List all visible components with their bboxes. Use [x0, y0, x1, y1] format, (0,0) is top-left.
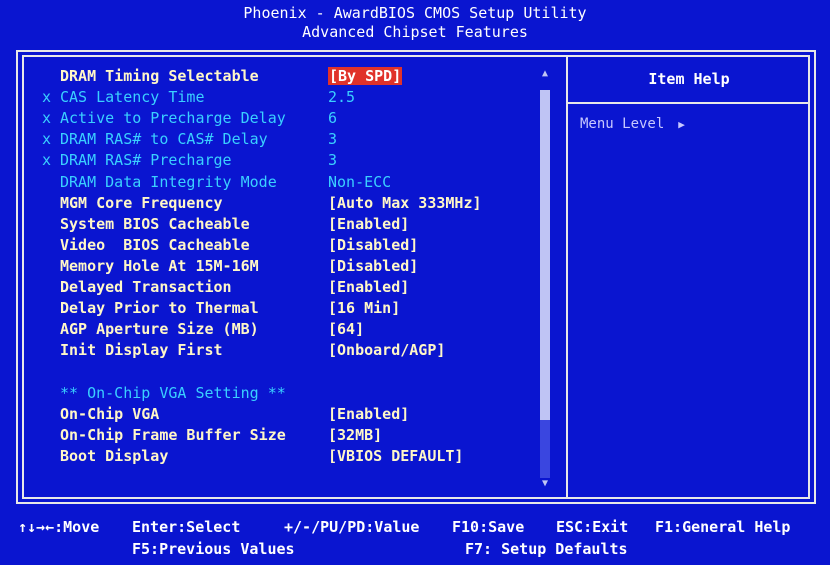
- page-title: Advanced Chipset Features: [302, 23, 528, 41]
- setting-value: Non-ECC: [328, 172, 392, 191]
- setting-value[interactable]: [64]: [328, 319, 364, 339]
- setting-value[interactable]: [32MB]: [328, 425, 382, 445]
- setting-label: On-Chip Frame Buffer Size: [60, 425, 286, 444]
- key-save: F10:Save: [452, 518, 525, 536]
- scroll-down-icon[interactable]: ▼: [538, 478, 552, 489]
- setting-label: Boot Display: [60, 446, 169, 465]
- setting-value[interactable]: [Enabled]: [328, 404, 409, 424]
- setting-label: ** On-Chip VGA Setting **: [60, 383, 286, 402]
- setting-row: [0, 361, 540, 381]
- setting-row[interactable]: Delay Prior to Thermal [16 Min]: [0, 298, 540, 318]
- key-enter: Enter:Select: [132, 518, 241, 536]
- setting-row[interactable]: MGM Core Frequency [Auto Max 333MHz]: [0, 193, 540, 213]
- setting-value[interactable]: [Onboard/AGP]: [328, 340, 445, 360]
- locked-marker: x: [42, 130, 52, 149]
- setting-row[interactable]: DRAM Timing Selectable [By SPD]: [0, 66, 540, 86]
- setting-row: x Active to Precharge Delay 6: [0, 108, 540, 128]
- menu-level: Menu Level ▶: [580, 116, 685, 132]
- setting-label: MGM Core Frequency: [60, 193, 223, 212]
- setting-row[interactable]: Memory Hole At 15M-16M [Disabled]: [0, 256, 540, 276]
- setting-row[interactable]: On-Chip Frame Buffer Size [32MB]: [0, 425, 540, 445]
- bios-title: Phoenix - AwardBIOS CMOS Setup Utility: [243, 4, 587, 22]
- selected-value[interactable]: [By SPD]: [328, 67, 403, 85]
- panel-divider: [566, 55, 568, 499]
- setting-label: Init Display First: [60, 341, 223, 360]
- setting-row[interactable]: Delayed Transaction [Enabled]: [0, 277, 540, 297]
- key-exit: ESC:Exit: [556, 518, 629, 536]
- setting-label: DRAM RAS# to CAS# Delay: [60, 130, 268, 149]
- setting-value[interactable]: [Enabled]: [328, 214, 409, 234]
- setting-row: DRAM Data Integrity Mode Non-ECC: [0, 172, 540, 192]
- setting-row[interactable]: System BIOS Cacheable [Enabled]: [0, 214, 540, 234]
- setting-value: 3: [328, 130, 338, 149]
- setting-label: CAS Latency Time: [60, 88, 205, 107]
- setting-row[interactable]: Init Display First [Onboard/AGP]: [0, 340, 540, 360]
- scrollbar-thumb[interactable]: [540, 90, 550, 420]
- setting-row: ** On-Chip VGA Setting **: [0, 383, 540, 403]
- key-value: +/-/PU/PD:Value: [284, 518, 420, 536]
- setting-row: x DRAM RAS# to CAS# Delay 3: [0, 129, 540, 149]
- setting-value[interactable]: [16 Min]: [328, 298, 400, 318]
- key-legend: ↑↓→←:Move Enter:Select +/-/PU/PD:Value F…: [0, 506, 830, 565]
- locked-marker: x: [42, 151, 52, 170]
- bios-header: Phoenix - AwardBIOS CMOS Setup Utility A…: [0, 0, 830, 52]
- setting-label: DRAM RAS# Precharge: [60, 151, 232, 170]
- setting-row[interactable]: AGP Aperture Size (MB) [64]: [0, 319, 540, 339]
- menu-level-arrow-icon: ▶: [678, 118, 685, 131]
- setting-value[interactable]: [VBIOS DEFAULT]: [328, 446, 463, 466]
- setting-label: AGP Aperture Size (MB): [60, 320, 259, 339]
- setting-label: DRAM Timing Selectable: [60, 67, 259, 85]
- setting-value: 6: [328, 109, 338, 128]
- setting-value[interactable]: [Disabled]: [328, 235, 418, 255]
- setting-label: Active to Precharge Delay: [60, 109, 286, 128]
- key-defaults: F7: Setup Defaults: [465, 540, 628, 558]
- setting-row: x DRAM RAS# Precharge 3: [0, 150, 540, 170]
- menu-level-label: Menu Level: [580, 116, 665, 132]
- setting-label: On-Chip VGA: [60, 404, 160, 423]
- setting-value[interactable]: [Disabled]: [328, 256, 418, 276]
- setting-value: 3: [328, 151, 338, 170]
- help-separator: [568, 102, 810, 104]
- item-help-title: Item Help: [648, 70, 730, 88]
- setting-row[interactable]: On-Chip VGA [Enabled]: [0, 404, 540, 424]
- setting-row: x CAS Latency Time 2.5: [0, 87, 540, 107]
- key-help: F1:General Help: [655, 518, 791, 536]
- key-move: ↑↓→←:Move: [18, 518, 100, 536]
- setting-label: Memory Hole At 15M-16M: [60, 256, 259, 275]
- setting-value: 2.5: [328, 88, 356, 107]
- locked-marker: x: [42, 109, 52, 128]
- setting-label: Delayed Transaction: [60, 278, 232, 296]
- setting-value[interactable]: [Enabled]: [328, 277, 409, 297]
- key-prev: F5:Previous Values: [132, 540, 295, 558]
- bios-screen: Phoenix - AwardBIOS CMOS Setup Utility A…: [0, 0, 830, 565]
- setting-label: Video BIOS Cacheable: [60, 235, 250, 254]
- setting-value[interactable]: [By SPD]: [328, 66, 403, 86]
- setting-label: System BIOS Cacheable: [60, 214, 250, 233]
- setting-label: DRAM Data Integrity Mode: [60, 172, 277, 191]
- setting-label: Delay Prior to Thermal: [60, 299, 259, 318]
- scroll-up-icon[interactable]: ▲: [538, 68, 552, 79]
- locked-marker: x: [42, 88, 52, 107]
- setting-row[interactable]: Boot Display [VBIOS DEFAULT]: [0, 446, 540, 466]
- setting-row[interactable]: Video BIOS Cacheable [Disabled]: [0, 235, 540, 255]
- setting-value[interactable]: [Auto Max 333MHz]: [328, 193, 482, 213]
